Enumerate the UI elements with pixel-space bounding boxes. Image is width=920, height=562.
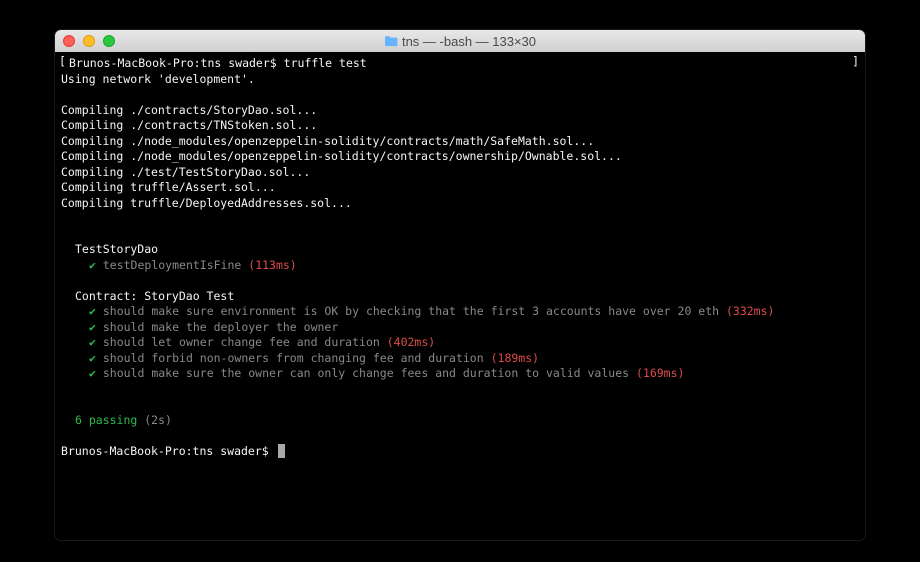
check-icon: ✔ [89,320,96,334]
test-summary: 6 passing (2s) [61,413,859,429]
test-timing: (189ms) [491,351,539,365]
title-bar[interactable]: tns — -bash — 133×30 [55,30,865,52]
blank-line [61,397,859,413]
summary-time: (2s) [144,413,172,427]
output-line: Using network 'development'. [61,72,859,88]
blank-line [61,87,859,103]
test-name: should forbid non-owners from changing f… [96,351,491,365]
test-suite-name: Contract: StoryDao Test [61,289,859,305]
prompt-command: truffle test [284,56,367,70]
blank-line [61,428,859,444]
output-line: Compiling ./node_modules/openzeppelin-so… [61,134,859,150]
output-line: Compiling truffle/DeployedAddresses.sol.… [61,196,859,212]
test-result: ✔ should forbid non-owners from changing… [61,351,859,367]
test-name: testDeploymentIsFine [96,258,248,272]
maximize-button[interactable] [103,35,115,47]
output-line: Compiling ./contracts/StoryDao.sol... [61,103,859,119]
minimize-button[interactable] [83,35,95,47]
test-timing: (402ms) [387,335,435,349]
blank-line [61,227,859,243]
test-timing: (332ms) [726,304,774,318]
test-result: ✔ should make sure environment is OK by … [61,304,859,320]
blank-line [61,211,859,227]
folder-icon [384,35,398,47]
output-line: Compiling truffle/Assert.sol... [61,180,859,196]
window-title-text: tns — -bash — 133×30 [402,34,536,49]
check-icon: ✔ [89,366,96,380]
test-name: should let owner change fee and duration [96,335,387,349]
window-title: tns — -bash — 133×30 [63,34,857,49]
test-name: should make sure the owner can only chan… [96,366,636,380]
scroll-bracket-right-icon: ] [852,54,859,70]
test-timing: (113ms) [248,258,296,272]
cursor-icon [278,444,285,458]
prompt-line: Brunos-MacBook-Pro:tns swader$ truffle t… [61,56,859,72]
prompt-line: Brunos-MacBook-Pro:tns swader$ [61,444,859,460]
check-icon: ✔ [89,335,96,349]
test-timing: (169ms) [636,366,684,380]
output-line: Compiling ./node_modules/openzeppelin-so… [61,149,859,165]
test-result: ✔ testDeploymentIsFine (113ms) [61,258,859,274]
terminal-body[interactable]: [ ] Brunos-MacBook-Pro:tns swader$ truff… [55,52,865,540]
blank-line [61,273,859,289]
check-icon: ✔ [89,351,96,365]
test-result: ✔ should make sure the owner can only ch… [61,366,859,382]
test-result: ✔ should make the deployer the owner [61,320,859,336]
check-icon: ✔ [89,258,96,272]
prompt-host: Brunos-MacBook-Pro:tns swader$ [61,444,276,458]
traffic-lights [63,35,115,47]
check-icon: ✔ [89,304,96,318]
close-button[interactable] [63,35,75,47]
output-line: Compiling ./contracts/TNStoken.sol... [61,118,859,134]
blank-line [61,382,859,398]
test-name: should make the deployer the owner [96,320,338,334]
passing-count: 6 passing [75,413,144,427]
test-result: ✔ should let owner change fee and durati… [61,335,859,351]
test-name: should make sure environment is OK by ch… [96,304,726,318]
prompt-host: Brunos-MacBook-Pro:tns swader$ [69,56,284,70]
test-suite-name: TestStoryDao [61,242,859,258]
output-line: Compiling ./test/TestStoryDao.sol... [61,165,859,181]
terminal-window: tns — -bash — 133×30 [ ] Brunos-MacBook-… [55,30,865,540]
scroll-bracket-left-icon: [ [59,54,66,70]
